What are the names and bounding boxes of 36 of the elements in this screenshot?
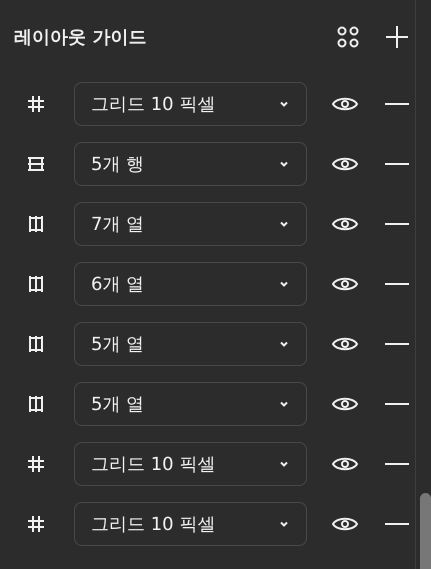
remove-icon[interactable] — [385, 222, 409, 226]
remove-icon[interactable] — [385, 162, 409, 166]
caret-icon — [278, 220, 290, 228]
remove-icon[interactable] — [385, 402, 409, 406]
columns-guide-icon — [27, 275, 45, 293]
guide-dropdown[interactable]: 5개 열 — [74, 322, 307, 366]
caret-icon — [278, 280, 290, 288]
rows-guide-icon — [27, 155, 45, 173]
guide-dropdown[interactable]: 그리드 10 픽셀 — [74, 82, 307, 126]
caret-icon — [278, 400, 290, 408]
panel-title: 레이아웃 가이드 — [14, 26, 148, 49]
remove-icon[interactable] — [385, 282, 409, 286]
columns-guide-icon — [27, 335, 45, 353]
remove-icon[interactable] — [385, 102, 409, 106]
caret-icon — [278, 160, 290, 168]
remove-icon[interactable] — [385, 462, 409, 466]
caret-icon — [278, 340, 290, 348]
scrollbar-thumb[interactable] — [420, 493, 431, 569]
grid-guide-icon — [27, 455, 45, 473]
four-dots-icon[interactable] — [336, 25, 360, 49]
guide-dropdown[interactable]: 6개 열 — [74, 262, 307, 306]
grid-guide-icon — [27, 515, 45, 533]
remove-icon[interactable] — [385, 342, 409, 346]
guide-dropdown[interactable]: 5개 열 — [74, 382, 307, 426]
remove-icon[interactable] — [385, 522, 409, 526]
caret-icon — [278, 100, 290, 108]
caret-icon — [278, 520, 290, 528]
columns-guide-icon — [27, 395, 45, 413]
caret-icon — [278, 460, 290, 468]
columns-guide-icon — [27, 215, 45, 233]
guide-dropdown[interactable]: 7개 열 — [74, 202, 307, 246]
guide-dropdown[interactable]: 5개 행 — [74, 142, 307, 186]
grid-guide-icon — [27, 95, 45, 113]
guide-dropdown[interactable]: 그리드 10 픽셀 — [74, 502, 307, 546]
guide-dropdown[interactable]: 그리드 10 픽셀 — [74, 442, 307, 486]
add-icon[interactable] — [386, 26, 408, 48]
